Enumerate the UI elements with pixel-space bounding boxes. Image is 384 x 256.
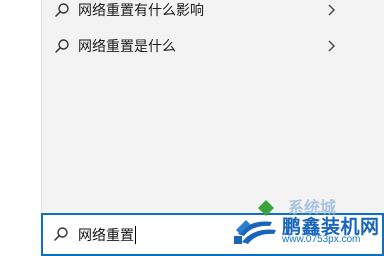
chevron-right-icon: [328, 40, 335, 52]
watermark-url: www.0753px.com: [282, 234, 361, 245]
background-strip: [0, 0, 41, 256]
suggestion-text: 网络重置是什么: [78, 39, 176, 55]
text-caret: [135, 226, 136, 244]
watermark: 系统城 鹏鑫装机网 www.0753px.com: [232, 194, 382, 254]
search-query[interactable]: 网络重置: [78, 225, 136, 245]
suggestion-item[interactable]: 网络重置是什么: [42, 28, 384, 64]
suggestion-text: 网络重置有什么影响: [78, 3, 204, 19]
suggestion-item[interactable]: 网络重置有什么影响: [42, 0, 384, 28]
search-query-text: 网络重置: [78, 228, 134, 244]
search-icon: [54, 227, 68, 241]
chevron-right-icon: [328, 4, 335, 16]
search-icon: [55, 39, 69, 53]
search-icon: [55, 3, 69, 17]
